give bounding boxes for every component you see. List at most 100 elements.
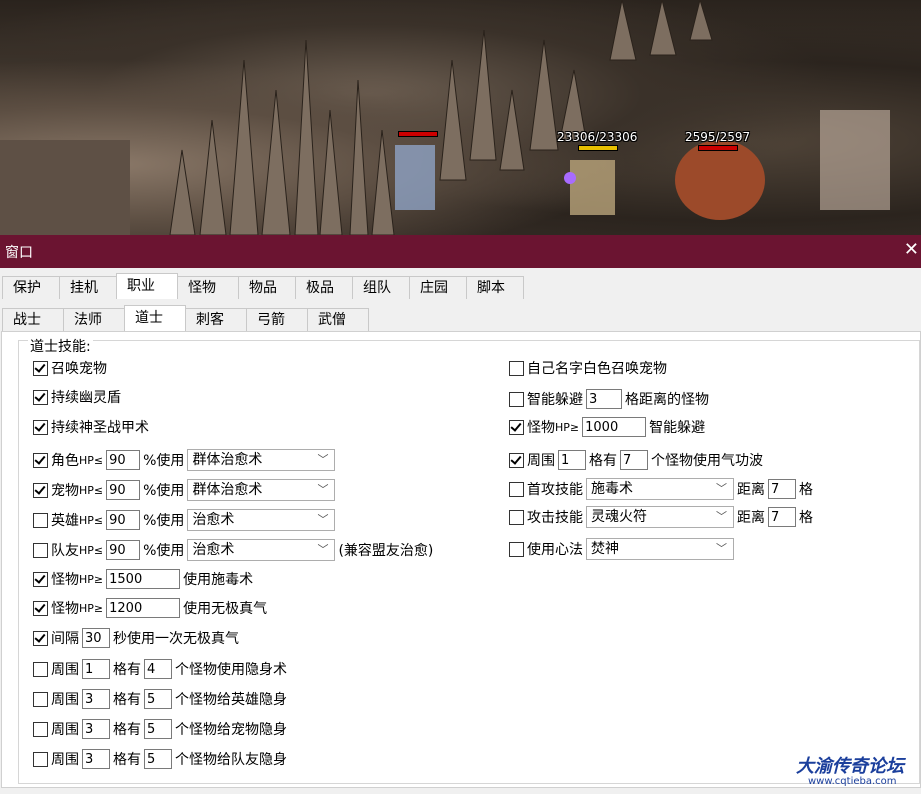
monster-wuji-input[interactable]: 1200	[106, 598, 181, 618]
around-row-3[interactable]: 周围 3 格有 5 个怪物给宠物隐身	[33, 718, 287, 740]
role-hp-skill-select[interactable]: 群体治愈术 ﹀	[187, 449, 336, 471]
interval-checkbox[interactable]	[33, 630, 48, 646]
tab-monk[interactable]: 武僧	[307, 308, 369, 331]
white-pet-row[interactable]: 自己名字白色召唤宠物	[509, 357, 667, 379]
tab-rare[interactable]: 极品	[295, 276, 353, 299]
heart-method-row[interactable]: 使用心法 焚神 ﹀	[509, 538, 737, 560]
white-pet-checkbox[interactable]	[509, 360, 524, 376]
summon-pet-label: 召唤宠物	[51, 361, 107, 377]
ghost-shield-checkbox[interactable]	[33, 389, 48, 405]
tab-assassin[interactable]: 刺客	[185, 308, 247, 331]
tab-class[interactable]: 职业	[116, 273, 178, 299]
interval-label: 间隔	[51, 631, 79, 647]
holy-armor-checkbox[interactable]	[33, 419, 48, 435]
monster-wuji-text: 使用无极真气	[183, 601, 268, 617]
hero-hp-row[interactable]: 英雄 HP≤ 90 %使用 治愈术 ﹀	[33, 509, 338, 531]
window-titlebar[interactable]: 窗口 ✕	[0, 235, 921, 268]
tab-team[interactable]: 组队	[352, 276, 410, 299]
tab-warrior[interactable]: 战士	[2, 308, 64, 331]
first-attack-dist-input[interactable]: 7	[768, 479, 796, 499]
around-1-checkbox[interactable]	[33, 661, 48, 677]
team-hp-row[interactable]: 队友 HP≤ 90 %使用 治愈术 ﹀ (兼容盟友治愈)	[33, 539, 433, 561]
qigong-checkbox[interactable]	[509, 452, 524, 468]
pet-hp-row[interactable]: 宠物 HP≤ 90 %使用 群体治愈术 ﹀	[33, 479, 338, 501]
around-4-range-input[interactable]: 3	[82, 749, 110, 769]
hero-hp-input[interactable]: 90	[106, 510, 141, 530]
game-viewport[interactable]: 23306/23306 2595/2597	[0, 0, 921, 235]
monster-poison-prefix: 怪物	[51, 572, 79, 588]
pet-hp-checkbox[interactable]	[33, 482, 48, 498]
summon-pet-row[interactable]: 召唤宠物	[33, 357, 107, 379]
heart-method-checkbox[interactable]	[509, 541, 524, 557]
around-row-2[interactable]: 周围 3 格有 5 个怪物给英雄隐身	[33, 688, 287, 710]
class-tabs: 战士 法师 道士 刺客 弓箭 武僧	[2, 305, 369, 332]
hero-hp-skill-select[interactable]: 治愈术 ﹀	[187, 509, 336, 531]
interval-input[interactable]: 30	[82, 628, 110, 648]
around-2-checkbox[interactable]	[33, 691, 48, 707]
monster-dodge-prefix: 怪物	[527, 420, 555, 436]
monster-poison-hp: HP≥	[79, 572, 104, 586]
team-hp-input[interactable]: 90	[106, 540, 141, 560]
heart-method-select[interactable]: 焚神 ﹀	[586, 538, 734, 560]
tab-manor[interactable]: 庄园	[409, 276, 467, 299]
monster-poison-row[interactable]: 怪物 HP≥ 1500 使用施毒术	[33, 568, 253, 590]
role-hp-input[interactable]: 90	[106, 450, 141, 470]
around-1-range-input[interactable]: 1	[82, 659, 110, 679]
attack-skill-select[interactable]: 灵魂火符 ﹀	[586, 506, 734, 528]
hp-label-monster: 2595/2597	[685, 130, 751, 144]
first-attack-skill-select[interactable]: 施毒术 ﹀	[586, 478, 734, 500]
monster-dodge-checkbox[interactable]	[509, 419, 524, 435]
team-hp-checkbox[interactable]	[33, 542, 48, 558]
attack-skill-dist-input[interactable]: 7	[768, 507, 796, 527]
first-attack-checkbox[interactable]	[509, 481, 524, 497]
around-row-4[interactable]: 周围 3 格有 5 个怪物给队友隐身	[33, 748, 287, 770]
around-2-count-input[interactable]: 5	[144, 689, 172, 709]
role-hp-checkbox[interactable]	[33, 452, 48, 468]
monster-wuji-checkbox[interactable]	[33, 600, 48, 616]
monster-wuji-row[interactable]: 怪物 HP≥ 1200 使用无极真气	[33, 597, 267, 619]
around-3-count-input[interactable]: 5	[144, 719, 172, 739]
pet-hp-skill-select[interactable]: 群体治愈术 ﹀	[187, 479, 336, 501]
interval-row[interactable]: 间隔 30 秒使用一次无极真气	[33, 627, 239, 649]
qigong-range-input[interactable]: 1	[558, 450, 586, 470]
monster-wuji-hp: HP≥	[79, 601, 104, 615]
role-hp-row[interactable]: 角色 HP≤ 90 %使用 群体治愈术 ﹀	[33, 449, 338, 471]
around-3-checkbox[interactable]	[33, 721, 48, 737]
ghost-shield-row[interactable]: 持续幽灵盾	[33, 386, 121, 408]
pet-hp-input[interactable]: 90	[106, 480, 141, 500]
qigong-count-input[interactable]: 7	[620, 450, 648, 470]
tab-archer[interactable]: 弓箭	[246, 308, 308, 331]
around-2-range-input[interactable]: 3	[82, 689, 110, 709]
around-row-1[interactable]: 周围 1 格有 4 个怪物使用隐身术	[33, 658, 287, 680]
tab-taoist[interactable]: 道士	[124, 305, 186, 331]
summon-pet-checkbox[interactable]	[33, 360, 48, 376]
tab-mage[interactable]: 法师	[63, 308, 125, 331]
hero-hp-prefix: 英雄	[51, 513, 79, 529]
attack-skill-value: 灵魂火符	[591, 509, 647, 525]
smart-dodge-row[interactable]: 智能躲避 3 格距离的怪物	[509, 388, 709, 410]
smart-dodge-checkbox[interactable]	[509, 391, 524, 407]
qigong-row[interactable]: 周围 1 格有 7 个怪物使用气功波	[509, 449, 763, 471]
monster-poison-checkbox[interactable]	[33, 571, 48, 587]
monster-poison-input[interactable]: 1500	[106, 569, 181, 589]
close-icon[interactable]: ✕	[904, 239, 919, 260]
around-4-count-input[interactable]: 5	[144, 749, 172, 769]
team-hp-skill-select[interactable]: 治愈术 ﹀	[187, 539, 336, 561]
tab-item[interactable]: 物品	[238, 276, 296, 299]
monster-dodge-input[interactable]: 1000	[582, 417, 647, 437]
tab-monster[interactable]: 怪物	[177, 276, 239, 299]
monster-dodge-row[interactable]: 怪物 HP≥ 1000 智能躲避	[509, 416, 705, 438]
holy-armor-row[interactable]: 持续神圣战甲术	[33, 416, 149, 438]
around-1-count-input[interactable]: 4	[144, 659, 172, 679]
around-3-range-input[interactable]: 3	[82, 719, 110, 739]
smart-dodge-input[interactable]: 3	[586, 389, 622, 409]
attack-skill-checkbox[interactable]	[509, 509, 524, 525]
attack-skill-row[interactable]: 攻击技能 灵魂火符 ﹀ 距离 7 格	[509, 506, 813, 528]
tab-hangup[interactable]: 挂机	[59, 276, 117, 299]
tab-protect[interactable]: 保护	[2, 276, 60, 299]
around-4-checkbox[interactable]	[33, 751, 48, 767]
qigong-mid: 格有	[589, 453, 617, 469]
hero-hp-checkbox[interactable]	[33, 512, 48, 528]
tab-script[interactable]: 脚本	[466, 276, 524, 299]
first-attack-row[interactable]: 首攻技能 施毒术 ﹀ 距离 7 格	[509, 478, 813, 500]
